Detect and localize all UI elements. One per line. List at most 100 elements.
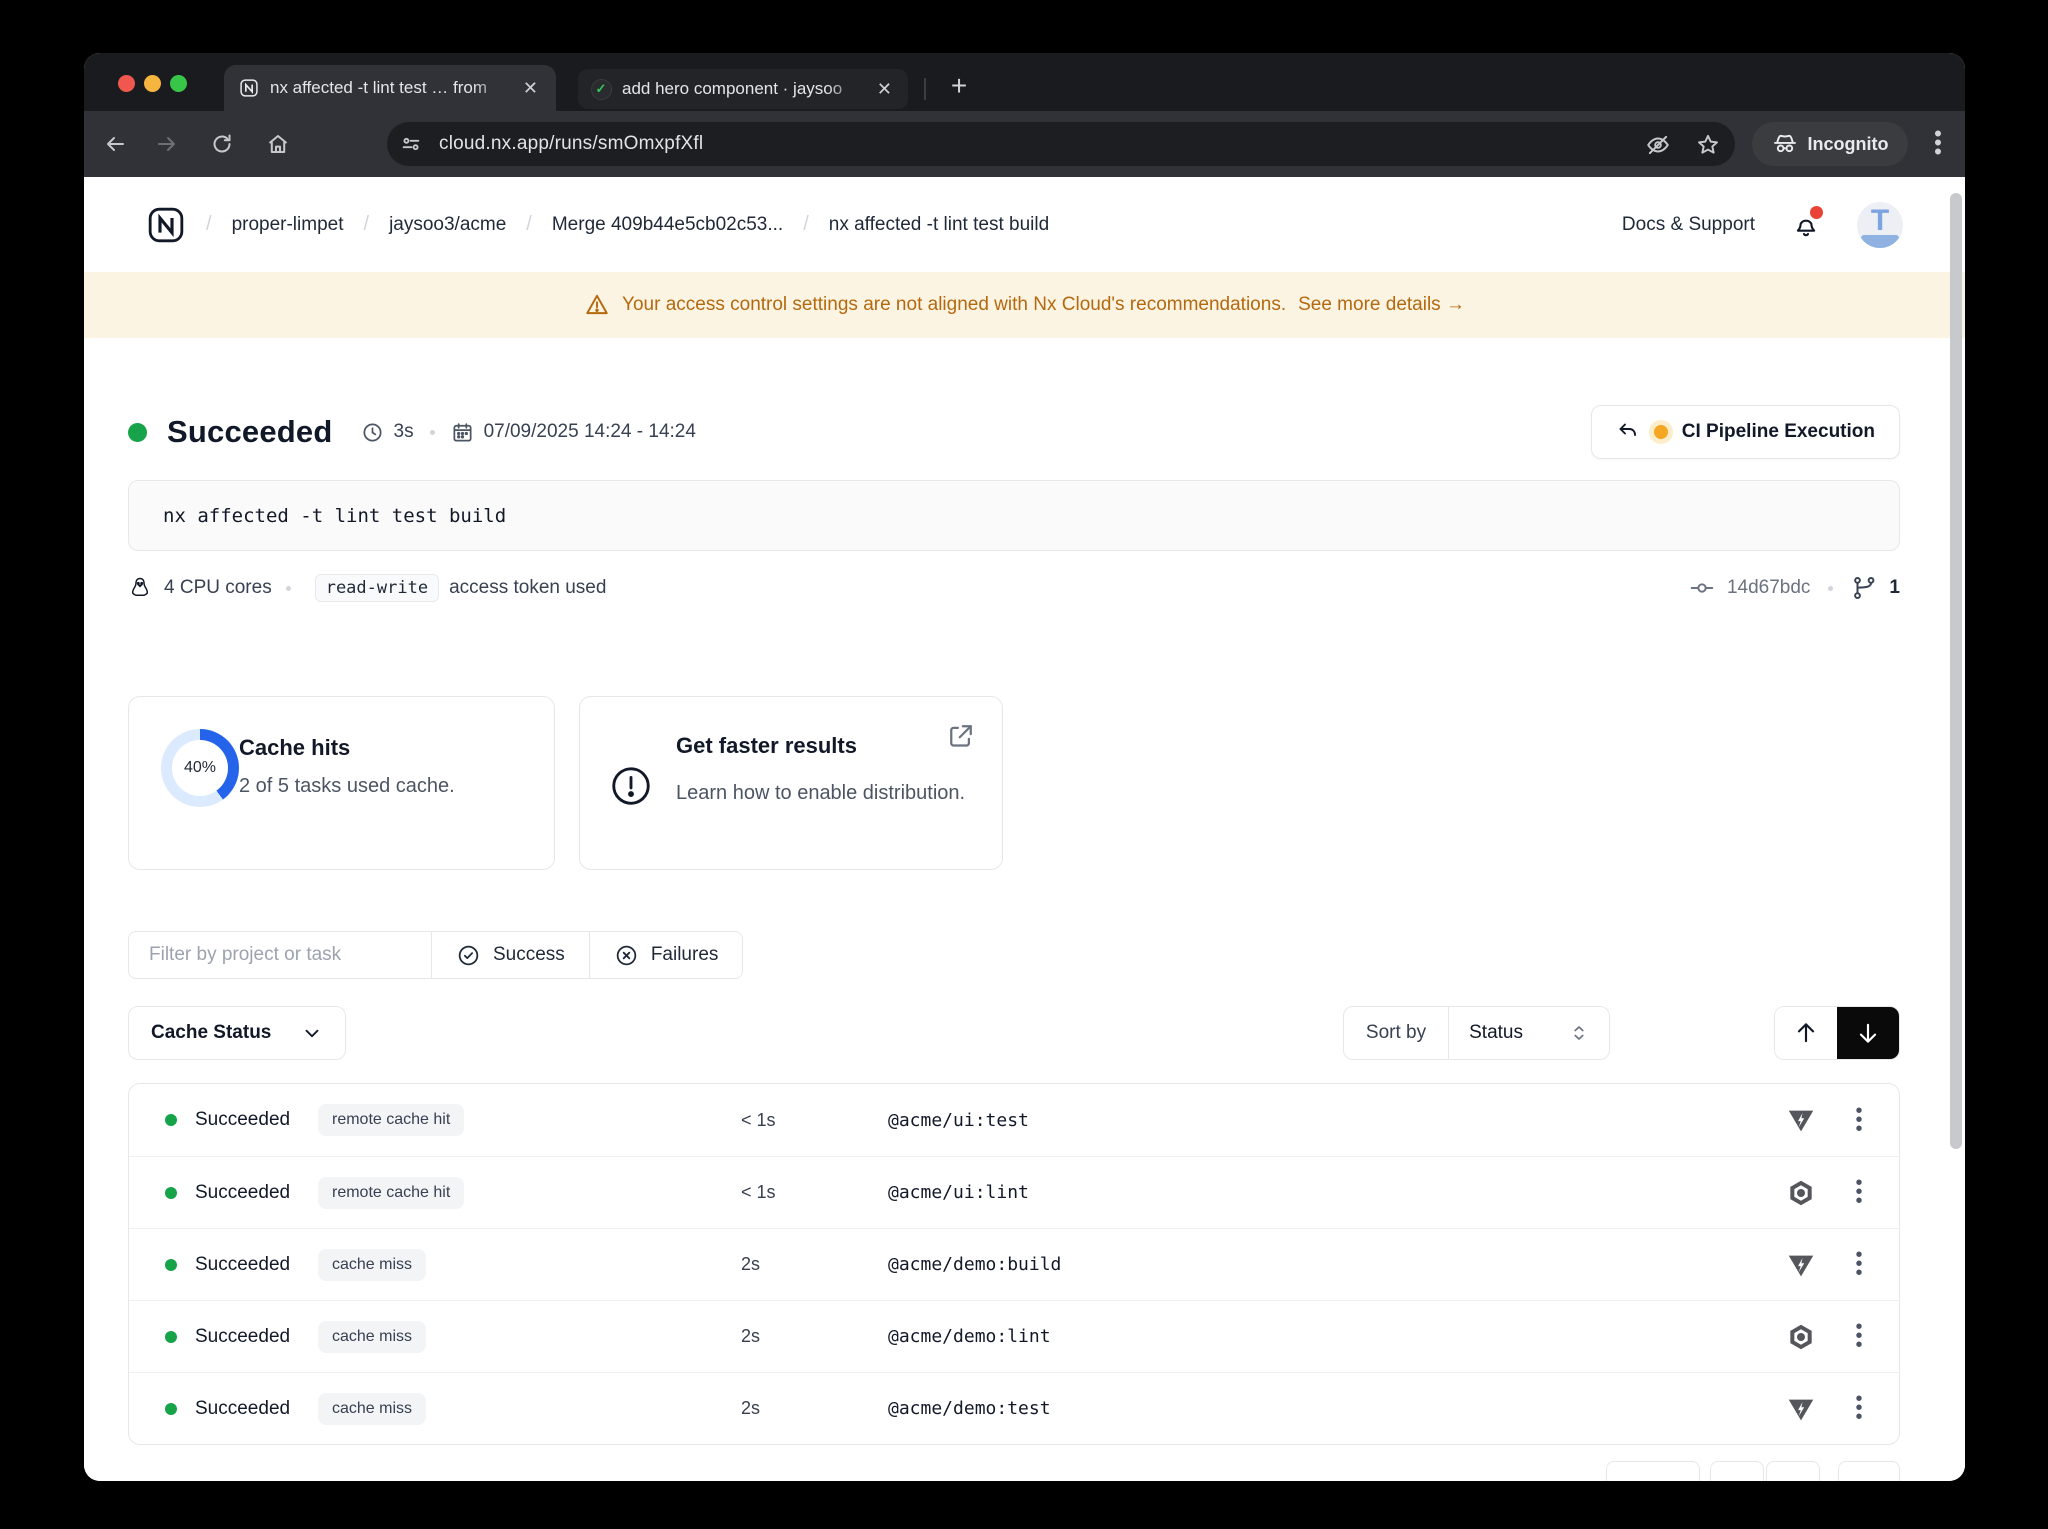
cache-badge: cache miss: [318, 1321, 426, 1353]
pagination-button[interactable]: [1606, 1461, 1700, 1481]
sort-group: Sort by Status: [1343, 1006, 1610, 1060]
distribution-card[interactable]: Get faster results Learn how to enable d…: [579, 696, 1003, 870]
failures-filter-button[interactable]: Failures: [590, 931, 744, 979]
run-dates: 07/09/2025 14:24 - 14:24: [484, 421, 696, 443]
pagination-button[interactable]: [1838, 1461, 1900, 1481]
cpu-cores: 4 CPU cores: [164, 577, 272, 599]
tab-close-icon[interactable]: ✕: [519, 76, 542, 101]
tab-strip: nx affected -t lint test … from ✕ ✓ add …: [84, 53, 1965, 111]
browser-menu-icon[interactable]: •••: [1926, 129, 1950, 159]
new-tab-button[interactable]: +: [940, 67, 978, 105]
branch-icon: [1851, 575, 1877, 601]
tab-title: nx affected -t lint test … from: [270, 78, 509, 98]
arrow-down-icon: [1855, 1020, 1881, 1046]
minimize-window-button[interactable]: [144, 75, 161, 92]
table-controls: Cache Status Sort by Status: [128, 1006, 1900, 1060]
success-filter-button[interactable]: Success: [432, 931, 590, 979]
status-dot: [128, 423, 147, 442]
task-name[interactable]: @acme/ui:test: [888, 1110, 1783, 1131]
back-icon[interactable]: [103, 132, 127, 156]
tab-pr[interactable]: ✓ add hero component · jaysoo ✕: [578, 69, 908, 109]
bookmark-star-icon[interactable]: [1695, 132, 1721, 158]
cache-badge: cache miss: [318, 1393, 426, 1425]
sort-direction-group: [1774, 1006, 1900, 1060]
task-name[interactable]: @acme/demo:test: [888, 1398, 1783, 1419]
run-status-row: Succeeded 3s 07/09/2025 14:24 - 14:24 CI…: [128, 405, 1900, 459]
task-duration: 2s: [741, 1254, 888, 1275]
run-meta-row: 4 CPU cores read-write access token used…: [128, 569, 1900, 607]
sort-select[interactable]: Status: [1449, 1007, 1609, 1059]
row-status: Succeeded: [195, 1326, 318, 1348]
nx-favicon: [238, 77, 260, 99]
row-menu-icon[interactable]: •••: [1847, 1395, 1871, 1422]
url-bar[interactable]: cloud.nx.app/runs/smOmxpfXfl: [387, 122, 1735, 166]
x-circle-icon: [614, 943, 639, 968]
row-menu-icon[interactable]: •••: [1847, 1323, 1871, 1350]
table-row[interactable]: Succeeded cache miss 2s @acme/demo:build…: [129, 1228, 1899, 1300]
return-arrow-icon: [1616, 420, 1640, 444]
task-name[interactable]: @acme/demo:build: [888, 1254, 1783, 1275]
row-status-dot: [165, 1114, 177, 1126]
cache-percent: 40%: [184, 759, 216, 777]
cache-card-title: Cache hits: [239, 735, 350, 761]
row-status-dot: [165, 1259, 177, 1271]
cache-badge: remote cache hit: [318, 1177, 464, 1209]
table-row[interactable]: Succeeded remote cache hit < 1s @acme/ui…: [129, 1156, 1899, 1228]
distribution-card-title: Get faster results: [676, 733, 857, 759]
row-menu-icon[interactable]: •••: [1847, 1251, 1871, 1278]
home-icon[interactable]: [266, 132, 290, 156]
maximize-window-button[interactable]: [170, 75, 187, 92]
row-menu-icon[interactable]: •••: [1847, 1107, 1871, 1134]
table-row[interactable]: Succeeded remote cache hit < 1s @acme/ui…: [129, 1084, 1899, 1156]
task-name[interactable]: @acme/demo:lint: [888, 1326, 1783, 1347]
task-name[interactable]: @acme/ui:lint: [888, 1182, 1783, 1203]
cache-badge: cache miss: [318, 1249, 426, 1281]
row-menu-icon[interactable]: •••: [1847, 1179, 1871, 1206]
row-status: Succeeded: [195, 1109, 318, 1131]
cache-status-dropdown[interactable]: Cache Status: [128, 1006, 346, 1060]
pagination-button[interactable]: [1710, 1461, 1764, 1481]
ci-pipeline-execution-button[interactable]: CI Pipeline Execution: [1591, 405, 1900, 459]
task-duration: < 1s: [741, 1182, 888, 1203]
incognito-icon: [1772, 131, 1798, 157]
tab-nx-run[interactable]: nx affected -t lint test … from ✕: [224, 65, 556, 111]
cache-donut: 40%: [161, 729, 239, 807]
row-status-dot: [165, 1187, 177, 1199]
external-link-icon[interactable]: [946, 721, 976, 751]
forward-icon[interactable]: [155, 132, 179, 156]
branch-count: 1: [1889, 577, 1900, 599]
filter-bar: Success Failures: [128, 931, 743, 979]
table-row[interactable]: Succeeded cache miss 2s @acme/demo:lint …: [129, 1300, 1899, 1372]
access-token-badge: read-write: [315, 574, 439, 602]
reload-icon[interactable]: [210, 132, 234, 156]
select-chevrons-icon: [1569, 1023, 1589, 1043]
filter-input[interactable]: [128, 931, 432, 979]
tab-close-icon[interactable]: ✕: [873, 77, 896, 102]
row-status: Succeeded: [195, 1182, 318, 1204]
eye-off-icon[interactable]: [1645, 132, 1671, 158]
arrow-up-icon: [1793, 1020, 1819, 1046]
distribution-card-body: Learn how to enable distribution.: [676, 773, 1026, 813]
vitest-icon: [1783, 1391, 1819, 1427]
commit-sha[interactable]: 14d67bdc: [1727, 577, 1810, 599]
sort-descending-button[interactable]: [1837, 1007, 1899, 1059]
page-scrollbar[interactable]: [1950, 193, 1962, 1149]
incognito-label: Incognito: [1808, 134, 1889, 155]
row-status-dot: [165, 1331, 177, 1343]
sort-ascending-button[interactable]: [1775, 1007, 1837, 1059]
close-window-button[interactable]: [118, 75, 135, 92]
pipeline-status-dot: [1654, 425, 1668, 439]
nx-cloud-app: / proper-limpet / jaysoo3/acme / Merge 4…: [84, 177, 1965, 1481]
pr-check-favicon: ✓: [590, 78, 612, 100]
linux-icon: [128, 576, 152, 600]
info-icon: [608, 763, 654, 809]
task-table: Succeeded remote cache hit < 1s @acme/ui…: [128, 1083, 1900, 1445]
eslint-icon: [1783, 1175, 1819, 1211]
table-row[interactable]: Succeeded cache miss 2s @acme/demo:test …: [129, 1372, 1899, 1444]
site-settings-icon[interactable]: [393, 126, 429, 162]
vitest-icon: [1783, 1102, 1819, 1138]
incognito-badge: Incognito: [1752, 122, 1908, 166]
clock-icon: [361, 421, 384, 444]
row-status: Succeeded: [195, 1398, 318, 1420]
pagination-button[interactable]: [1766, 1461, 1820, 1481]
